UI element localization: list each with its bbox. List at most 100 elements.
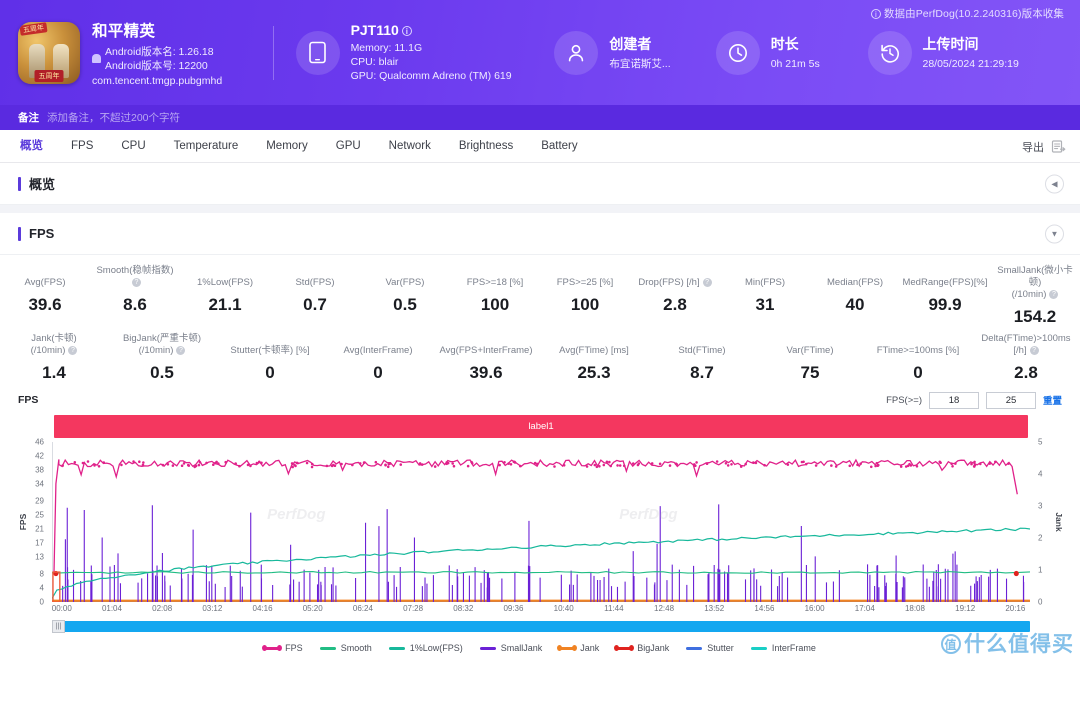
tab-cpu[interactable]: CPU <box>107 130 159 163</box>
overview-panel-header: 概览 ◀ <box>0 163 1080 205</box>
metric-value: 2.8 <box>1014 363 1038 382</box>
app-version-code: Android版本号: 12200 <box>105 59 208 72</box>
legend-item[interactable]: BigJank <box>614 643 669 653</box>
metric-value: 0.5 <box>393 295 417 314</box>
metric-value: 2.8 <box>663 295 687 314</box>
metric-label: MedRange(FPS)[%] <box>902 277 988 288</box>
x-tick-label: 13:52 <box>704 604 725 613</box>
tab-gpu[interactable]: GPU <box>322 130 375 163</box>
legend-item[interactable]: 1%Low(FPS) <box>388 643 463 653</box>
export-label: 导出 <box>1022 141 1044 154</box>
metric-value: 25.3 <box>577 363 611 382</box>
metric-cell: MedRange(FPS)[%] 99.9 <box>900 261 990 317</box>
tab-temperature[interactable]: Temperature <box>160 130 253 163</box>
creator-block: 创建者 布宜诺斯艾... <box>554 30 715 75</box>
y-tick-label: 38 <box>35 465 44 475</box>
metric-label: FTime>=100ms [%] <box>876 345 960 356</box>
x-tick-label: 00:00 <box>51 604 72 613</box>
metric-value: 8.7 <box>690 363 714 382</box>
chevron-left-icon[interactable]: ◀ <box>1045 174 1064 193</box>
y-tick-label: 21 <box>35 524 44 534</box>
metric-label: Delta(FTime)>100ms [/h]? <box>981 333 1071 356</box>
tab-overview[interactable]: 概览 <box>6 130 57 163</box>
metric-label: FPS>=25 [%] <box>556 277 614 288</box>
metric-value: 40 <box>845 295 865 314</box>
y-tick-label: 8 <box>39 569 44 579</box>
plot-area[interactable]: 0 4 8 13 17 21 25 29 34 38 42 46 012345 FPS Jank Pe… <box>18 438 1064 607</box>
timeline-scrollbar[interactable]: ||| <box>52 620 1030 633</box>
legend-item[interactable]: InterFrame <box>750 643 816 653</box>
metric-label: Avg(InterFrame) <box>343 345 413 356</box>
note-label: 备注 <box>18 112 39 124</box>
fps-metrics: Avg(FPS) 39.6 Smooth(稳帧指数)? 8.6 1%Low(FPS) 21… <box>0 255 1080 387</box>
metric-value: 1.4 <box>42 363 66 382</box>
scene-label-band[interactable]: label1 <box>54 415 1028 438</box>
metric-label: Avg(FPS) <box>24 277 66 288</box>
y-tick-label: 25 <box>35 510 44 520</box>
metric-label: Std(FPS) <box>295 277 335 288</box>
help-icon[interactable]: ? <box>702 278 712 287</box>
tab-fps[interactable]: FPS <box>57 130 107 163</box>
header-divider <box>272 25 274 80</box>
legend-item[interactable]: FPS <box>262 643 303 653</box>
tab-battery[interactable]: Battery <box>527 130 591 163</box>
user-icon <box>554 30 599 75</box>
creator-title: 创建者 <box>609 36 652 52</box>
clock-icon <box>715 30 760 75</box>
metric-cell: Min(FPS) 31 <box>720 261 810 317</box>
metrics-row-1: Avg(FPS) 39.6 Smooth(稳帧指数)? 8.6 1%Low(FPS) 21… <box>0 261 1080 329</box>
y-tick-label: 4 <box>39 583 44 593</box>
metric-value: 8.6 <box>123 295 147 314</box>
device-info-icon[interactable]: i <box>401 26 412 36</box>
help-icon[interactable]: ? <box>68 346 78 355</box>
metric-value: 39.6 <box>469 363 503 382</box>
note-bar[interactable]: 备注 添加备注，不超过200个字符 <box>0 105 1080 130</box>
metric-value: 21.1 <box>208 295 242 314</box>
legend-item[interactable]: SmallJank <box>479 643 543 653</box>
legend-label: SmallJank <box>500 643 543 653</box>
help-icon[interactable]: ? <box>132 278 141 287</box>
legend-label: InterFrame <box>771 643 816 653</box>
legend-item[interactable]: Jank <box>557 643 599 653</box>
panel-gap <box>0 205 1080 213</box>
tab-brightness[interactable]: Brightness <box>445 130 527 163</box>
metric-cell: Var(FTime) 75 <box>756 329 864 385</box>
fps-threshold-low-input[interactable]: 18 <box>928 391 979 409</box>
x-tick-label: 01:04 <box>101 604 122 613</box>
legend-label: Stutter <box>707 643 734 653</box>
upload-time-block: 上传时间 28/05/2024 21:29:19 <box>867 30 1063 75</box>
overview-title: 概览 <box>29 177 56 192</box>
metric-label: Std(FTime) <box>678 345 726 356</box>
metric-value: 0.5 <box>150 363 174 382</box>
fps-threshold-high-input[interactable]: 25 <box>985 391 1036 409</box>
x-tick-label: 12:48 <box>654 604 675 613</box>
metric-cell: Std(FTime) 8.7 <box>648 329 756 385</box>
note-input[interactable]: 添加备注，不超过200个字符 <box>47 110 180 125</box>
help-icon[interactable]: ? <box>1049 290 1059 299</box>
metric-value: 0 <box>913 363 923 382</box>
scroll-grip-icon[interactable]: ||| <box>52 620 65 633</box>
y-tick-label: 13 <box>35 552 44 562</box>
x-tick-label: 18:08 <box>904 604 925 613</box>
help-icon[interactable]: ? <box>176 346 186 355</box>
creator-value: 布宜诺斯艾... <box>609 58 671 70</box>
y2-tick-label: 2 <box>1038 533 1043 543</box>
reset-button[interactable]: 重置 <box>1043 393 1062 407</box>
help-icon[interactable]: ? <box>1029 346 1039 355</box>
app-version-name: Android版本名: 1.26.18 <box>105 45 214 58</box>
duration-block: 时长 0h 21m 5s <box>715 30 868 75</box>
tab-network[interactable]: Network <box>375 130 445 163</box>
metric-cell: SmallJank(微小卡顿) (/10min)? 154.2 <box>990 261 1080 329</box>
legend-label: Smooth <box>340 643 372 653</box>
legend-swatch <box>750 646 767 650</box>
metric-cell: FTime>=100ms [%] 0 <box>864 329 972 385</box>
tab-memory[interactable]: Memory <box>252 130 322 163</box>
app-version-block: Android版本名: 1.26.18 Android版本号: 12200 <box>105 45 214 73</box>
chart-label: FPS <box>18 394 39 406</box>
legend-item[interactable]: Smooth <box>319 643 372 653</box>
legend-item[interactable]: Stutter <box>686 643 734 653</box>
x-tick-label: 14:56 <box>754 604 775 613</box>
export-button[interactable]: 导出 <box>1022 130 1066 163</box>
chevron-down-icon[interactable]: ▼ <box>1045 224 1064 243</box>
plot-lines <box>52 442 1030 602</box>
